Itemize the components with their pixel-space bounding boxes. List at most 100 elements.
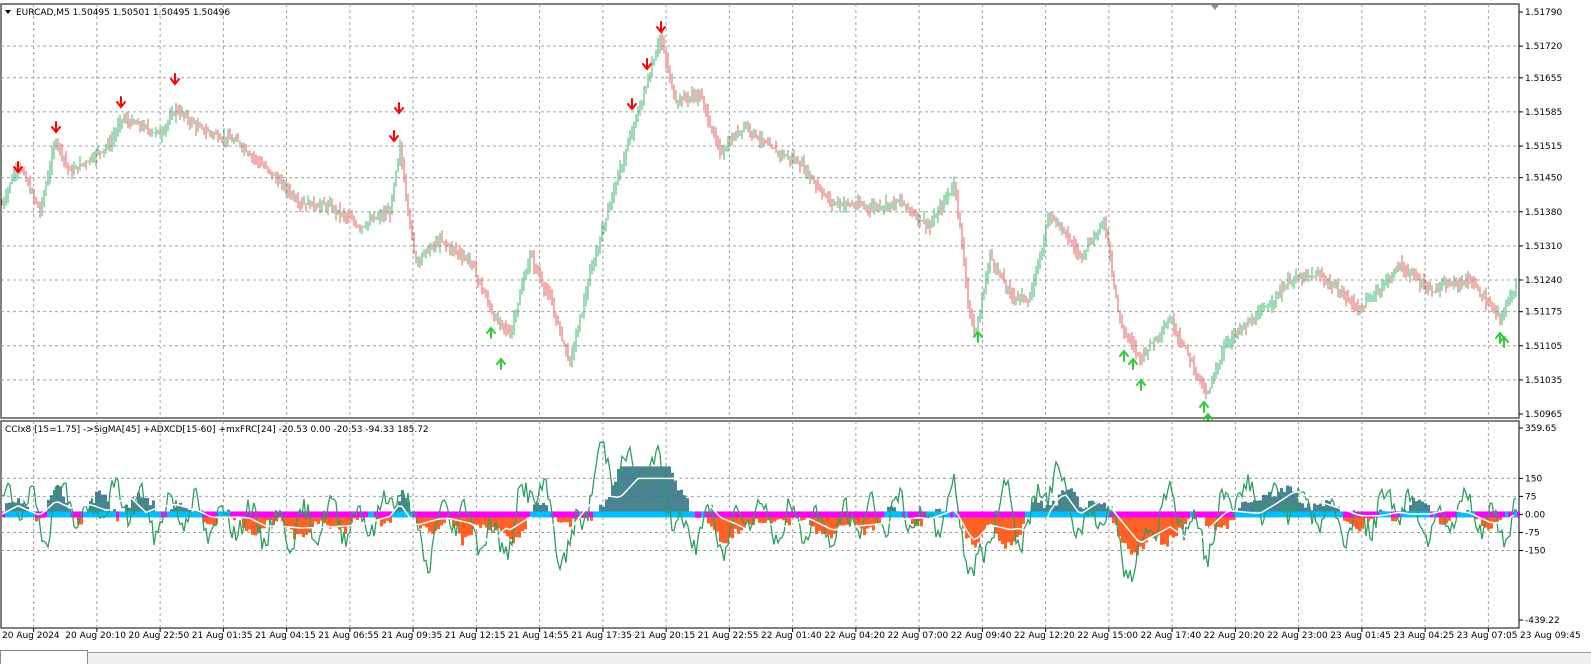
zero-band-segment xyxy=(1160,511,1163,518)
zero-band-segment xyxy=(563,511,566,518)
time-tick-label: 21 Aug 04:15 xyxy=(255,631,316,641)
zero-band-segment xyxy=(1025,511,1028,518)
histogram-bar xyxy=(1016,514,1019,538)
zero-band-segment xyxy=(1271,511,1274,518)
zero-band-segment xyxy=(506,511,509,518)
histogram-bar xyxy=(641,466,644,515)
zero-band-segment xyxy=(1451,511,1454,518)
zero-band-segment xyxy=(1229,511,1232,518)
zero-band-segment xyxy=(1328,511,1331,518)
zero-band-segment xyxy=(689,511,692,518)
zero-band-segment xyxy=(1208,511,1211,518)
zero-band-segment xyxy=(830,511,833,518)
zero-band-segment xyxy=(806,511,809,518)
zero-band-segment xyxy=(473,511,476,518)
zero-band-segment xyxy=(965,511,968,518)
zero-band-segment xyxy=(683,511,686,518)
chart-tab[interactable] xyxy=(0,650,88,664)
zero-band-segment xyxy=(827,511,830,518)
zero-band-segment xyxy=(47,511,50,518)
indicator-tick-label: 150 xyxy=(1525,474,1542,484)
zero-band-segment xyxy=(854,511,857,518)
zero-band-segment xyxy=(1448,511,1451,518)
zero-band-segment xyxy=(1037,511,1040,518)
zero-band-segment xyxy=(137,511,140,518)
zero-band-segment xyxy=(1445,511,1448,518)
zero-band-segment xyxy=(1346,511,1349,518)
zero-band-segment xyxy=(1214,511,1217,518)
zero-band-segment xyxy=(698,511,701,518)
zero-band-segment xyxy=(542,511,545,518)
zero-band-segment xyxy=(905,511,908,518)
zero-band-segment xyxy=(455,511,458,518)
zero-band-segment xyxy=(1316,511,1319,518)
zero-band-segment xyxy=(566,511,569,518)
histogram-bar xyxy=(629,466,632,515)
zero-band-segment xyxy=(419,511,422,518)
zero-band-segment xyxy=(56,511,59,518)
zero-band-segment xyxy=(1151,511,1154,518)
zero-band-segment xyxy=(383,511,386,518)
zero-band-segment xyxy=(1181,511,1184,518)
zero-band-segment xyxy=(623,511,626,518)
zero-band-segment xyxy=(494,511,497,518)
zero-band-segment xyxy=(992,511,995,518)
zero-band-segment xyxy=(1343,511,1346,518)
zero-band-segment xyxy=(644,511,647,518)
zero-band-segment xyxy=(1202,511,1205,518)
zero-band-segment xyxy=(632,511,635,518)
price-tick-label: 1.51655 xyxy=(1525,74,1562,84)
histogram-bar xyxy=(1169,514,1172,536)
zero-band-segment xyxy=(191,511,194,518)
zero-band-segment xyxy=(263,511,266,518)
zero-band-segment xyxy=(170,511,173,518)
zero-band-segment xyxy=(962,511,965,518)
zero-band-segment xyxy=(635,511,638,518)
zero-band-segment xyxy=(287,511,290,518)
time-tick-label: 23 Aug 09:45 xyxy=(1520,631,1581,641)
zero-band-segment xyxy=(653,511,656,518)
zero-band-segment xyxy=(380,511,383,518)
histogram-bar xyxy=(1001,514,1004,545)
zero-band-segment xyxy=(1124,511,1127,518)
zero-band-segment xyxy=(512,511,515,518)
zero-band-segment xyxy=(1064,511,1067,518)
zero-band-segment xyxy=(485,511,488,518)
zero-band-segment xyxy=(185,511,188,518)
zero-band-segment xyxy=(650,511,653,518)
price-tick-label: 1.51450 xyxy=(1525,174,1562,184)
zero-band-segment xyxy=(824,511,827,518)
zero-band-segment xyxy=(443,511,446,518)
zero-band-segment xyxy=(641,511,644,518)
zero-band-segment xyxy=(611,511,614,518)
zero-band-segment xyxy=(338,511,341,518)
zero-band-segment xyxy=(497,511,500,518)
chart-canvas[interactable]: EURCAD,M5 1.50495 1.50501 1.50495 1.5049… xyxy=(0,0,1591,664)
zero-band-segment xyxy=(629,511,632,518)
time-tick-label: 21 Aug 17:35 xyxy=(571,631,632,641)
zero-band-segment xyxy=(764,511,767,518)
zero-band-segment xyxy=(320,511,323,518)
zero-band-segment xyxy=(524,511,527,518)
time-tick-label: 21 Aug 01:35 xyxy=(192,631,253,641)
zero-band-segment xyxy=(62,511,65,518)
zero-band-segment xyxy=(881,511,884,518)
time-tick-label: 22 Aug 04:20 xyxy=(824,631,885,641)
zero-band-segment xyxy=(725,511,728,518)
zero-band-segment xyxy=(572,511,575,518)
zero-band-segment xyxy=(182,511,185,518)
zero-band-segment xyxy=(503,511,506,518)
histogram-bar xyxy=(830,514,833,539)
zero-band-segment xyxy=(167,511,170,518)
zero-band-segment xyxy=(1301,511,1304,518)
zero-band-segment xyxy=(1256,511,1259,518)
zero-band-segment xyxy=(242,511,245,518)
zero-band-segment xyxy=(1127,511,1130,518)
zero-band-segment xyxy=(344,511,347,518)
zero-band-segment xyxy=(59,511,62,518)
zero-band-segment xyxy=(569,511,572,518)
zero-band-segment xyxy=(1379,511,1382,518)
zero-band-segment xyxy=(1148,511,1151,518)
chart-window[interactable]: EURCAD,M5 1.50495 1.50501 1.50495 1.5049… xyxy=(0,0,1591,664)
zero-band-segment xyxy=(113,511,116,518)
